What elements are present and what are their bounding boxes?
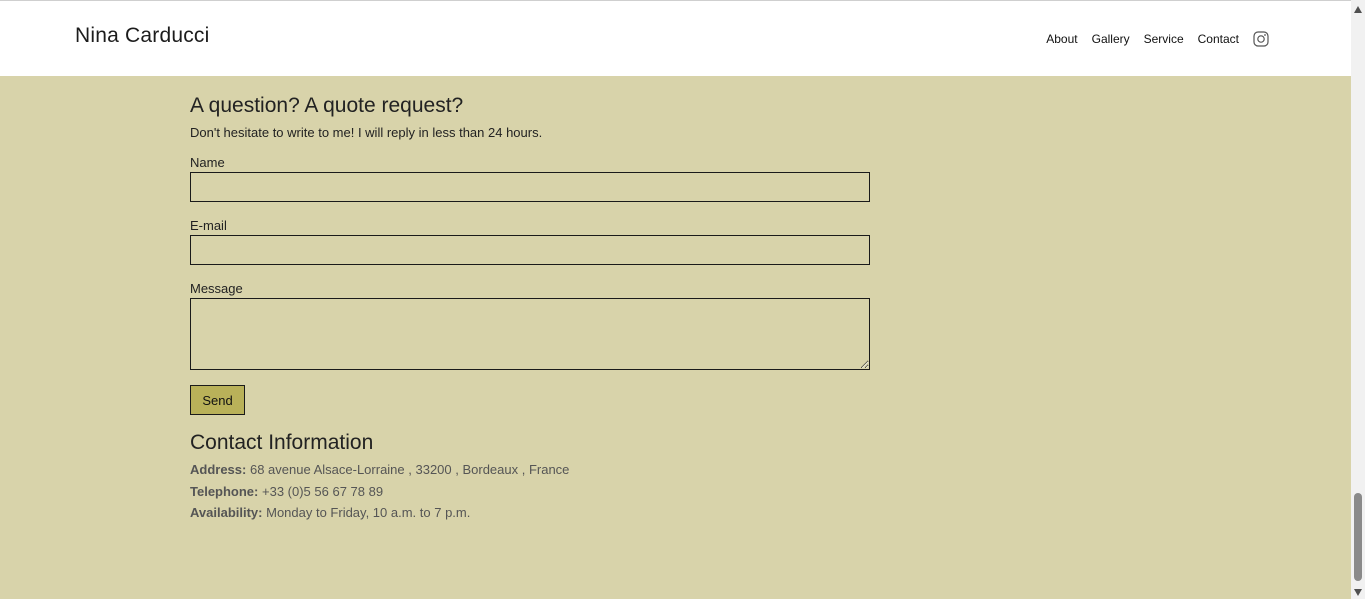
nav-item-contact[interactable]: Contact	[1198, 29, 1239, 49]
form-subtitle: Don't hesitate to write to me! I will re…	[190, 125, 543, 140]
site-header: Nina Carducci About Gallery Service Cont…	[0, 1, 1351, 76]
main-nav: About Gallery Service Contact	[1032, 29, 1269, 49]
address-line: Address: 68 avenue Alsace-Lorraine , 332…	[190, 462, 569, 477]
contact-info-title: Contact Information	[190, 431, 374, 454]
send-button[interactable]: Send	[190, 385, 245, 415]
scroll-down-arrow-icon[interactable]	[1354, 589, 1362, 596]
address-key: Address:	[190, 462, 247, 477]
nav-item-about[interactable]: About	[1046, 29, 1077, 49]
telephone-value: +33 (0)5 56 67 78 89	[262, 484, 384, 499]
scrollbar-thumb[interactable]	[1354, 493, 1362, 581]
message-textarea[interactable]	[190, 298, 870, 370]
availability-value: Monday to Friday, 10 a.m. to 7 p.m.	[266, 505, 471, 520]
brand-name[interactable]: Nina Carducci	[75, 24, 210, 48]
address-value: 68 avenue Alsace-Lorraine , 33200 , Bord…	[249, 462, 570, 477]
scroll-up-arrow-icon[interactable]	[1354, 6, 1362, 13]
page: Nina Carducci About Gallery Service Cont…	[0, 0, 1365, 599]
availability-line: Availability: Monday to Friday, 10 a.m. …	[190, 505, 470, 520]
telephone-line: Telephone: +33 (0)5 56 67 78 89	[190, 484, 383, 499]
email-label: E-mail	[190, 218, 227, 233]
email-input[interactable]	[190, 235, 870, 265]
form-title: A question? A quote request?	[190, 94, 464, 117]
instagram-icon[interactable]	[1253, 31, 1269, 47]
message-label: Message	[190, 281, 243, 296]
nav-item-service[interactable]: Service	[1144, 29, 1184, 49]
vertical-scrollbar[interactable]	[1351, 0, 1365, 599]
telephone-key: Telephone:	[190, 484, 259, 499]
availability-key: Availability:	[190, 505, 263, 520]
nav-item-gallery[interactable]: Gallery	[1092, 29, 1130, 49]
name-label: Name	[190, 155, 225, 170]
name-input[interactable]	[190, 172, 870, 202]
